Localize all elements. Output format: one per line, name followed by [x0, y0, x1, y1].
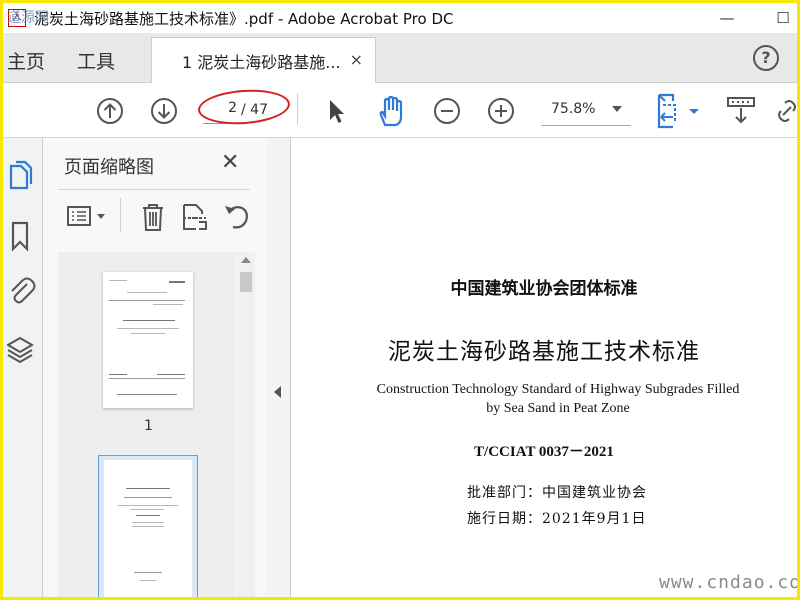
- thumbnail-page-1[interactable]: [103, 272, 193, 408]
- menu-tab-bar: 主页 工具 1 泥炭土海砂路基施... × ?: [3, 33, 797, 83]
- watermark-logo: 道源网: [7, 10, 49, 26]
- link-icon[interactable]: [777, 99, 797, 123]
- annotation-ellipse: [196, 86, 292, 128]
- title-bar: 人 泥炭土海砂路基施工技术标准》.pdf - Adobe Acrobat Pro…: [3, 3, 797, 33]
- thumbnail-1-label: 1: [144, 418, 153, 434]
- zoom-out-icon[interactable]: [433, 97, 461, 125]
- bookmarks-icon[interactable]: [7, 220, 37, 252]
- scroll-up-arrow-icon[interactable]: [241, 257, 251, 263]
- zoom-level[interactable]: 75.8%: [551, 101, 595, 117]
- tab-tools[interactable]: 工具: [77, 47, 115, 74]
- close-tab-icon[interactable]: ×: [350, 50, 363, 69]
- page-thumbnails-icon[interactable]: [7, 160, 37, 192]
- extract-pages-icon[interactable]: [181, 202, 209, 232]
- maximize-button[interactable]: ☐: [775, 9, 791, 27]
- panel-divider: [58, 189, 250, 190]
- rotate-page-icon[interactable]: [221, 202, 251, 232]
- select-cursor-icon[interactable]: [325, 97, 347, 125]
- site-watermark: www.cndao.com: [659, 572, 797, 593]
- close-panel-icon[interactable]: ✕: [221, 150, 239, 175]
- approved-by: 批准部门：中国建筑业协会: [467, 485, 647, 501]
- document-title-cn: 泥炭土海砂路基施工技术标准: [388, 339, 700, 365]
- document-title-en-line2: by Sea Sand in Peat Zone: [486, 401, 630, 416]
- org-standard-heading: 中国建筑业协会团体标准: [450, 279, 638, 299]
- panel-title: 页面缩略图: [64, 157, 154, 178]
- hand-tool-icon[interactable]: [375, 95, 409, 127]
- document-page: 中国建筑业协会团体标准 泥炭土海砂路基施工技术标准 Construction T…: [290, 138, 797, 597]
- thumbnails-panel: 页面缩略图 ✕ 1: [44, 138, 266, 597]
- scroll-mode-icon[interactable]: [725, 95, 757, 127]
- options-menu-icon[interactable]: [66, 204, 110, 230]
- document-tab[interactable]: 1 泥炭土海砂路基施... ×: [151, 37, 376, 83]
- effective-date: 施行日期：2021年9月1日: [467, 511, 647, 527]
- window-controls: — ☐: [719, 3, 791, 33]
- minimize-button[interactable]: —: [719, 9, 735, 27]
- toolbar-divider: [297, 93, 298, 125]
- tab-home[interactable]: 主页: [7, 47, 45, 74]
- standard-code: T/CCIAT 0037－2021: [474, 444, 614, 460]
- delete-page-icon[interactable]: [140, 202, 166, 232]
- zoom-field-underline: [541, 125, 631, 126]
- document-title-en-line1: Construction Technology Standard of High…: [376, 382, 740, 397]
- thumbnail-page-2: [104, 460, 192, 597]
- thumbnail-page-2-selected[interactable]: [98, 455, 198, 597]
- acrobat-window: 人 泥炭土海砂路基施工技术标准》.pdf - Adobe Acrobat Pro…: [3, 3, 797, 597]
- window-title: 泥炭土海砂路基施工技术标准》.pdf - Adobe Acrobat Pro D…: [34, 9, 454, 28]
- panel-collapse-handle[interactable]: [266, 138, 290, 597]
- layers-icon[interactable]: [7, 334, 37, 366]
- scrollbar-thumb[interactable]: [240, 272, 252, 292]
- panel-tool-divider: [120, 198, 121, 232]
- help-icon[interactable]: ?: [753, 45, 779, 71]
- fit-page-icon[interactable]: [655, 93, 701, 129]
- attachments-icon[interactable]: [7, 274, 37, 306]
- collapse-arrow-icon[interactable]: [274, 386, 281, 398]
- previous-page-icon[interactable]: [96, 97, 124, 125]
- zoom-in-icon[interactable]: [487, 97, 515, 125]
- zoom-dropdown-icon[interactable]: [612, 106, 622, 112]
- document-tab-label: 1 泥炭土海砂路基施...: [182, 52, 341, 72]
- navigation-rail: [3, 138, 43, 597]
- approval-block: 批准部门：中国建筑业协会 施行日期：2021年9月1日: [467, 482, 647, 528]
- thumbnail-list: 1: [58, 252, 236, 597]
- main-toolbar: 2 / 47 75.8%: [3, 83, 797, 138]
- thumbnail-scrollbar[interactable]: [237, 252, 255, 597]
- next-page-icon[interactable]: [150, 97, 178, 125]
